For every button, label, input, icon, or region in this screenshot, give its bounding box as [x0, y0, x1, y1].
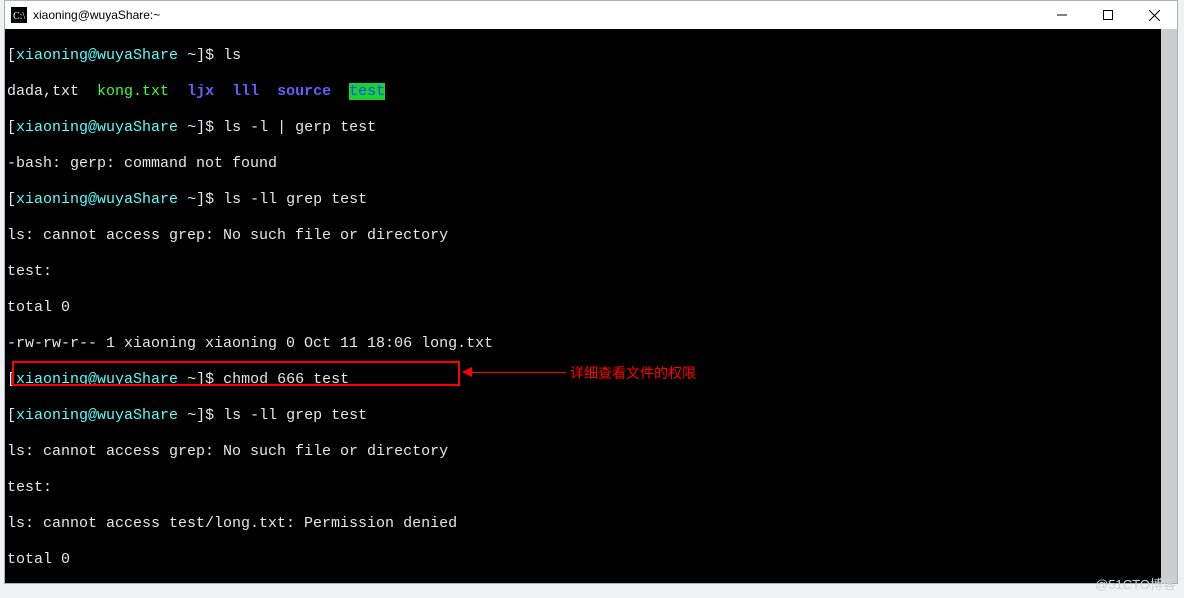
- term-line: ls: cannot access grep: No such file or …: [5, 227, 1177, 245]
- term-line: ls: cannot access grep: No such file or …: [5, 443, 1177, 461]
- watermark: @51CTO博客: [1095, 574, 1176, 593]
- window-title: xiaoning@wuyaShare:~: [33, 1, 160, 29]
- svg-text:C:\: C:\: [13, 11, 25, 22]
- terminal-window: C:\ xiaoning@wuyaShare:~ [xiaoning@wuyaS…: [4, 0, 1178, 584]
- maximize-button[interactable]: [1085, 1, 1131, 29]
- cmd-icon: C:\: [11, 7, 27, 23]
- term-line: total 0: [5, 299, 1177, 317]
- term-line: dada,txt kong.txt ljx lll source test: [5, 83, 1177, 101]
- term-line: ls: cannot access test/long.txt: Permiss…: [5, 515, 1177, 533]
- term-line: total 0: [5, 551, 1177, 569]
- term-line: [xiaoning@wuyaShare ~]$ ls: [5, 47, 1177, 65]
- scrollbar[interactable]: [1161, 29, 1177, 583]
- term-line: [xiaoning@wuyaShare ~]$ ls -ll grep test: [5, 407, 1177, 425]
- scrollbar-thumb[interactable]: [1161, 29, 1177, 583]
- annotation-label: 详细查看文件的权限: [570, 363, 696, 383]
- close-button[interactable]: [1131, 1, 1177, 29]
- term-line: [xiaoning@wuyaShare ~]$ ls -ll grep test: [5, 191, 1177, 209]
- term-line: -bash: gerp: command not found: [5, 155, 1177, 173]
- term-line: [xiaoning@wuyaShare ~]$ ls -l | gerp tes…: [5, 119, 1177, 137]
- term-line: test:: [5, 479, 1177, 497]
- titlebar[interactable]: C:\ xiaoning@wuyaShare:~: [5, 1, 1177, 30]
- terminal-body[interactable]: [xiaoning@wuyaShare ~]$ ls dada,txt kong…: [5, 29, 1177, 583]
- minimize-button[interactable]: [1039, 1, 1085, 29]
- term-line: -rw-rw-r-- 1 xiaoning xiaoning 0 Oct 11 …: [5, 335, 1177, 353]
- term-line: test:: [5, 263, 1177, 281]
